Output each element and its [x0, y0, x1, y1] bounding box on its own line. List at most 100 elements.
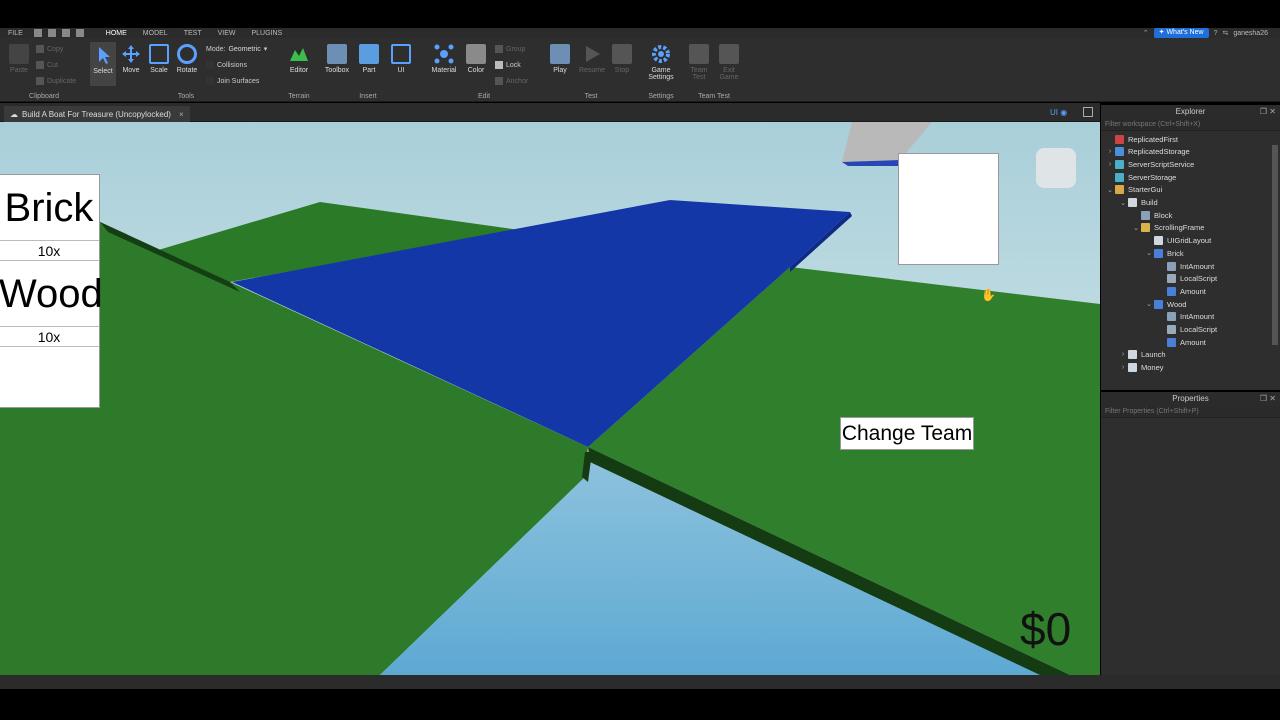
explorer-item[interactable]: › Launch [1118, 349, 1166, 361]
mode-selector[interactable]: Mode: Geometric ▾ [206, 45, 267, 54]
explorer-item[interactable]: IntAmount [1157, 260, 1214, 272]
group-button[interactable]: Group [495, 45, 525, 53]
expand-arrow-icon[interactable]: › [1105, 148, 1115, 155]
team-test-group: Team Test Exit Game Team Test [684, 38, 744, 102]
tab-view[interactable]: VIEW [210, 30, 244, 37]
explorer-item[interactable]: Amount [1157, 285, 1206, 297]
color-label: Color [467, 67, 485, 74]
menu-file[interactable]: FILE [0, 30, 31, 37]
duplicate-button[interactable]: Duplicate [36, 77, 76, 85]
explorer-item[interactable]: ⌄ Wood [1144, 298, 1186, 310]
explorer-item[interactable]: LocalScript [1157, 324, 1217, 336]
panel-controls[interactable]: ❐ ✕ [1260, 392, 1276, 406]
tab-home[interactable]: HOME [98, 30, 135, 37]
close-icon[interactable]: × [179, 110, 184, 119]
move-icon [121, 44, 141, 64]
explorer-item[interactable]: Block [1131, 209, 1172, 221]
toolbox-button[interactable]: Toolbox [320, 44, 354, 74]
tools-group: Select Move Scale Rotate Mode: Geometric… [88, 38, 284, 102]
stop-button[interactable]: Stop [609, 44, 635, 74]
view-cube[interactable] [1036, 148, 1076, 188]
explorer-item[interactable]: ⌄ ScrollingFrame [1131, 222, 1204, 234]
exit-game-button[interactable]: Exit Game [716, 44, 742, 81]
explorer-item[interactable]: ⌄ Brick [1144, 247, 1184, 259]
properties-filter-input[interactable]: Filter Properties (Ctrl+Shift+P) [1101, 406, 1280, 418]
tools-group-label: Tools [177, 93, 195, 100]
color-button[interactable]: Color [463, 44, 489, 74]
expand-arrow-icon[interactable]: › [1118, 364, 1128, 371]
layout-icon[interactable] [1083, 107, 1093, 117]
explorer-item[interactable]: IntAmount [1157, 311, 1214, 323]
resume-button[interactable]: Resume [577, 44, 607, 74]
terrain-editor-button[interactable]: Editor [286, 44, 312, 74]
panel-controls[interactable]: ❐ ✕ [1260, 105, 1276, 119]
document-tab-bar: ☁ Build A Boat For Treasure (Uncopylocke… [0, 103, 1100, 122]
whats-new-button[interactable]: ✦ What's New [1153, 28, 1209, 38]
new-file-icon[interactable] [33, 29, 42, 37]
eye-icon: ◉ [1060, 108, 1068, 117]
expand-arrow-icon[interactable]: ⌄ [1131, 224, 1141, 232]
username[interactable]: ganesha26 [1233, 30, 1268, 37]
document-tab[interactable]: ☁ Build A Boat For Treasure (Uncopylocke… [4, 106, 190, 122]
team-test-button[interactable]: Team Test [686, 44, 712, 81]
expand-arrow-icon[interactable]: ⌄ [1144, 249, 1154, 257]
anchor-button[interactable]: Anchor [495, 77, 528, 85]
play-button[interactable]: Play [547, 44, 573, 74]
rotate-button[interactable]: Rotate [174, 44, 200, 74]
collisions-toggle[interactable]: Collisions [206, 61, 247, 69]
explorer-item[interactable]: ⌄ StarterGui [1105, 184, 1162, 196]
explorer-item[interactable]: ⌄ Build [1118, 197, 1158, 209]
ui-visibility-toggle[interactable]: UI ◉ [1050, 108, 1067, 117]
team-test-icon [689, 44, 709, 64]
explorer-item[interactable]: LocalScript [1157, 273, 1217, 285]
help-icon[interactable]: ? [1214, 30, 1218, 37]
material-button[interactable]: Material [427, 44, 461, 74]
explorer-item[interactable]: › ReplicatedStorage [1105, 146, 1190, 158]
copy-button[interactable]: Copy [36, 45, 63, 53]
explorer-item[interactable]: Amount [1157, 336, 1206, 348]
open-icon[interactable] [47, 29, 56, 37]
cut-button[interactable]: Cut [36, 61, 58, 69]
scale-button[interactable]: Scale [146, 44, 172, 74]
lock-button[interactable]: Lock [495, 61, 521, 69]
expand-arrow-icon[interactable]: ⌄ [1144, 300, 1154, 308]
clipboard-group-label: Clipboard [29, 93, 59, 100]
tab-model[interactable]: MODEL [135, 30, 176, 37]
explorer-scrollbar[interactable] [1272, 145, 1278, 345]
share-icon[interactable]: ⇆ [1222, 29, 1228, 37]
move-button[interactable]: Move [118, 44, 144, 74]
collapse-icon[interactable]: ⌃ [1143, 29, 1149, 37]
explorer-title: Explorer [1175, 107, 1206, 116]
explorer-item-icon [1167, 286, 1176, 296]
explorer-item[interactable]: › Money [1118, 362, 1164, 374]
explorer-item-label: ServerScriptService [1128, 159, 1195, 169]
explorer-item[interactable]: › ServerScriptService [1105, 158, 1194, 170]
tab-test[interactable]: TEST [176, 30, 210, 37]
explorer-item-label: Wood [1167, 299, 1187, 309]
ui-button[interactable]: UI [388, 44, 414, 74]
explorer-filter-input[interactable]: Filter workspace (Ctrl+Shift+X) [1101, 119, 1280, 131]
expand-arrow-icon[interactable]: › [1118, 351, 1128, 358]
explorer-item[interactable]: ServerStorage [1105, 171, 1176, 183]
explorer-item[interactable]: ReplicatedFirst [1105, 133, 1178, 145]
save-icon[interactable] [61, 29, 70, 37]
undo-icon[interactable] [75, 29, 84, 37]
3d-viewport[interactable]: Brick 10x Wood 10x ✋ Change Team $0 [0, 122, 1100, 675]
expand-arrow-icon[interactable]: ⌄ [1105, 186, 1115, 194]
paste-button[interactable]: Paste [6, 44, 32, 74]
ribbon-toolbar: Paste Copy Cut Duplicate Clipboard Selec… [0, 38, 1280, 102]
expand-arrow-icon[interactable]: ⌄ [1118, 199, 1128, 207]
part-button[interactable]: Part [356, 44, 382, 74]
expand-arrow-icon[interactable]: › [1105, 161, 1115, 168]
tab-plugins[interactable]: PLUGINS [243, 30, 290, 37]
exit-game-label-2: Game [719, 74, 739, 81]
explorer-item-label: Amount [1180, 337, 1206, 347]
change-team-button[interactable]: Change Team [840, 417, 974, 450]
game-settings-button[interactable]: Game Settings [644, 44, 678, 81]
select-button[interactable]: Select [90, 42, 116, 86]
wood-label[interactable]: Wood [0, 261, 103, 327]
join-surfaces-toggle[interactable]: Join Surfaces [206, 77, 259, 85]
brick-label[interactable]: Brick [0, 175, 99, 241]
explorer-item[interactable]: UIGridLayout [1144, 235, 1211, 247]
stop-label: Stop [614, 67, 630, 74]
